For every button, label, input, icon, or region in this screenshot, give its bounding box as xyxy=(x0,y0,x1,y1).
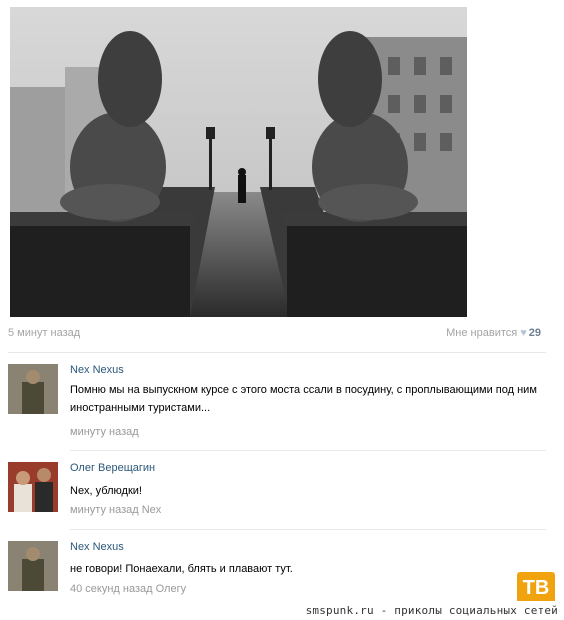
watermark-text: smspunk.ru - приколы социальных сетей xyxy=(305,604,558,617)
comment-text: Nex, ублюдки! xyxy=(70,485,142,497)
like-label: Мне нравится xyxy=(446,327,518,339)
comment-author[interactable]: Nex Nexus xyxy=(70,541,124,553)
divider xyxy=(70,450,546,451)
like-count: 29 xyxy=(528,327,541,339)
divider xyxy=(70,529,546,530)
comment: Nex Nexus не говори! Понаехали, блять и … xyxy=(8,541,546,601)
comment-text: не говори! Понаехали, блять и плавают ту… xyxy=(70,563,293,575)
comment: Nex Nexus Помню мы на выпускном курсе с … xyxy=(8,364,546,444)
comment-time[interactable]: минуту назад xyxy=(70,426,139,438)
comment-text: Помню мы на выпускном курсе с этого мост… xyxy=(70,384,537,414)
heart-icon: ♥ xyxy=(520,327,527,339)
comment: Олег Верещагин Nex, ублюдки! минуту наза… xyxy=(8,462,546,522)
avatar[interactable] xyxy=(8,462,58,512)
avatar-image xyxy=(8,364,58,414)
post-time[interactable]: 5 минут назад xyxy=(8,327,80,339)
avatar[interactable] xyxy=(8,364,58,414)
like-button[interactable]: Мне нравится ♥ 29 xyxy=(446,327,541,339)
footer-bar: smspunk.ru - приколы социальных сетей xyxy=(0,601,564,620)
avatar[interactable] xyxy=(8,541,58,591)
divider xyxy=(8,352,546,353)
post-meta: 5 минут назад Мне нравится ♥ 29 xyxy=(8,327,541,343)
avatar-image xyxy=(8,462,58,512)
avatar-image xyxy=(8,541,58,591)
tb-logo: ТВ xyxy=(517,572,555,604)
comment-author[interactable]: Nex Nexus xyxy=(70,364,124,376)
post-photo[interactable] xyxy=(10,7,467,317)
comment-time[interactable]: 40 секунд назад Олегу xyxy=(70,583,186,595)
bridge-lions-photo xyxy=(10,7,467,317)
comment-author[interactable]: Олег Верещагин xyxy=(70,462,155,474)
comment-time[interactable]: минуту назад Nex xyxy=(70,504,161,516)
